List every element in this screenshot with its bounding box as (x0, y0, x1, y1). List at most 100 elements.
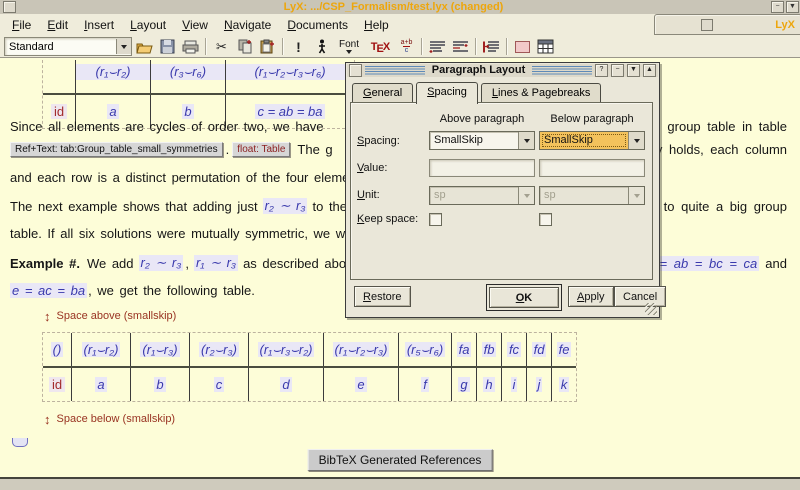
float-inset-button[interactable]: float: Table (232, 142, 290, 157)
table-cell[interactable]: fb (482, 342, 497, 357)
chevron-down-icon[interactable] (518, 132, 534, 149)
table-cell[interactable]: (r₂⌣r₃) (199, 342, 239, 357)
open-icon[interactable] (134, 37, 155, 56)
note-inset-icon[interactable] (512, 37, 533, 56)
table-cell[interactable]: fd (532, 342, 547, 357)
tab-lines-pagebreaks[interactable]: Lines & Pagebreaks (481, 83, 601, 102)
table-cell[interactable]: d (280, 377, 291, 392)
menu-insert[interactable]: Insert (76, 16, 122, 34)
paragraph-spacing-above-icon[interactable] (427, 37, 448, 56)
math-inset[interactable]: r₂ ∼ r₃ (139, 255, 184, 271)
chevron-down-icon (518, 187, 534, 204)
print-icon[interactable] (180, 37, 201, 56)
table-cell[interactable]: g (458, 377, 469, 392)
increase-depth-icon[interactable] (481, 37, 502, 56)
dialog-window-menu-button[interactable] (349, 64, 362, 77)
chevron-down-icon[interactable] (116, 39, 131, 54)
restore-button[interactable]: Restore (354, 286, 411, 307)
menu-edit[interactable]: Edit (39, 16, 76, 34)
value-below-input[interactable] (539, 159, 645, 177)
table-cell[interactable]: f (421, 377, 429, 392)
spacing-tab-panel: Above paragraph Below paragraph Spacing:… (350, 102, 653, 280)
apply-button[interactable]: Apply (568, 286, 614, 307)
dialog-minimize-button[interactable]: − (611, 64, 624, 77)
table-cell[interactable]: b (154, 377, 165, 392)
maximize-button[interactable]: ▼ (786, 1, 799, 13)
menu-documents[interactable]: Documents (279, 16, 356, 34)
bibtex-inset-button[interactable]: BibTeX Generated References (308, 449, 493, 471)
unit-below-select: sp (539, 186, 645, 205)
math-inset[interactable]: r₂ ∼ r₃ (263, 198, 308, 214)
menu-layout[interactable]: Layout (122, 16, 174, 34)
table-cell[interactable]: i (511, 377, 518, 392)
table-cell[interactable]: fc (507, 342, 521, 357)
value-above-input[interactable] (429, 159, 535, 177)
copy-icon[interactable] (234, 37, 255, 56)
tab-spacing[interactable]: Spacing (416, 82, 478, 104)
table-cell[interactable]: a (107, 104, 118, 119)
tex-mode-icon[interactable]: TEX (366, 37, 394, 56)
ok-button[interactable]: OK (489, 287, 559, 308)
table-cell[interactable]: (r₅⌣r₆) (405, 342, 445, 357)
background-window-titlebar[interactable]: LyX (654, 14, 800, 35)
group-table[interactable]: () (r₁⌣r₂) (r₁⌣r₃) (r₂⌣r₃) (r₁⌣r₃⌣r₂) (r… (42, 332, 577, 402)
table-cell[interactable]: b (182, 104, 193, 119)
window-menu-button[interactable] (3, 1, 16, 13)
font-button[interactable]: Font (334, 37, 364, 56)
space-above-marker: ↕ Space above (smallskip) (44, 310, 176, 322)
menu-file[interactable]: File (4, 16, 39, 34)
table-cell[interactable]: (r₁⌣r₂⌣r₃) (333, 342, 390, 357)
emphasis-icon[interactable]: ! (288, 37, 309, 56)
resize-grip[interactable] (645, 303, 657, 315)
spacing-below-select[interactable]: SmallSkip (539, 131, 645, 150)
table-cell[interactable]: id (51, 104, 67, 119)
keep-space-above-checkbox[interactable] (429, 213, 442, 226)
minimize-button[interactable]: − (771, 1, 784, 13)
table-cell[interactable]: a (95, 377, 106, 392)
noun-person-icon[interactable] (311, 37, 332, 56)
table-cell[interactable]: fe (557, 342, 572, 357)
math-inset[interactable]: e = ac = ba (10, 283, 87, 298)
paragraph-style-selector[interactable]: Standard (4, 37, 132, 56)
table-cell[interactable]: h (483, 377, 494, 392)
table-cell[interactable]: id (49, 377, 65, 392)
cancel-button[interactable]: Cancel (614, 286, 666, 307)
table-cell[interactable]: (r₁⌣r₃⌣r₂) (258, 342, 315, 357)
menu-navigate[interactable]: Navigate (216, 16, 279, 34)
table-cell[interactable]: fa (457, 342, 472, 357)
table-cell[interactable]: j (536, 377, 543, 392)
keep-space-below-checkbox[interactable] (539, 213, 552, 226)
unit-label: Unit: (357, 189, 380, 201)
dialog-title: Paragraph Layout (428, 64, 530, 77)
menu-help[interactable]: Help (356, 16, 397, 34)
cut-icon[interactable]: ✂ (211, 37, 232, 56)
dialog-help-button[interactable]: ? (595, 64, 608, 77)
table-cell[interactable]: c (214, 377, 225, 392)
save-icon[interactable] (157, 37, 178, 56)
table-cell[interactable]: e (355, 377, 366, 392)
empty-inset-mark[interactable] (12, 438, 28, 447)
dialog-shade-button[interactable]: ▼ (627, 64, 640, 77)
ref-inset-button[interactable]: Ref+Text: tab:Group_table_small_symmetri… (10, 142, 223, 157)
table-cell[interactable]: (r₁⌣r₃) (140, 342, 179, 357)
menu-view[interactable]: View (174, 16, 216, 34)
table-cell[interactable]: k (559, 377, 570, 392)
dialog-titlebar[interactable]: Paragraph Layout ? − ▼ ▲ (347, 64, 658, 77)
dialog-unshade-button[interactable]: ▲ (643, 64, 656, 77)
math-inset[interactable]: r₁ ∼ r₃ (194, 255, 238, 271)
table-cell[interactable]: (r₁⌣r₂) (82, 342, 121, 357)
table-cell[interactable]: c = ab = ba (255, 104, 324, 119)
chevron-down-icon (628, 187, 644, 204)
math-inset[interactable]: d = ab = bc = ca (644, 256, 760, 271)
table-cell[interactable]: () (51, 342, 64, 357)
ok-button-default-ring: OK (486, 284, 562, 311)
chevron-down-icon[interactable] (628, 132, 644, 149)
tab-general[interactable]: General (352, 83, 413, 102)
unit-above-select: sp (429, 186, 535, 205)
insert-table-icon[interactable] (535, 37, 556, 56)
math-fraction-icon[interactable]: a+bc (396, 37, 417, 56)
paste-icon[interactable] (257, 37, 278, 56)
spacing-above-select[interactable]: SmallSkip (429, 131, 535, 150)
paragraph-spacing-below-icon[interactable] (450, 37, 471, 56)
background-window-menu-button[interactable] (701, 19, 713, 31)
